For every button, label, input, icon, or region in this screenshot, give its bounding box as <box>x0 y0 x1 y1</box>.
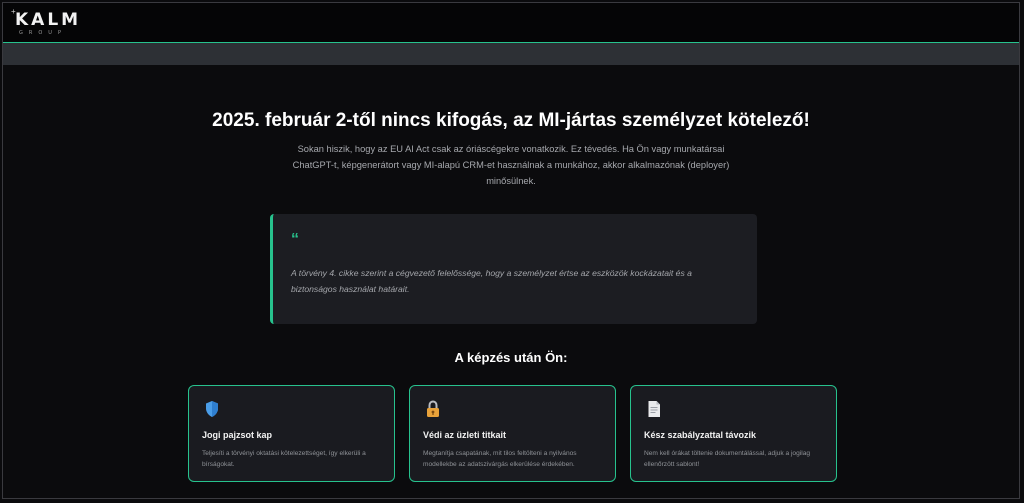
quote-box: “ A törvény 4. cikke szerint a cégvezető… <box>270 214 757 324</box>
quote-mark-icon: “ <box>291 231 299 248</box>
benefit-card-description: Nem kell órákat töltenie dokumentálással… <box>644 450 811 468</box>
sub-navbar <box>3 43 1019 65</box>
lock-icon <box>427 400 439 417</box>
benefit-card-ready-policy: Kész szabályzattal távozik Nem kell órák… <box>630 385 837 482</box>
kalm-logo[interactable]: + KALM GROUP <box>11 7 82 36</box>
benefit-card-legal-shield: Jogi pajzsot kap Teljesíti a törvényi ok… <box>188 385 395 482</box>
quote-text: A törvény 4. cikke szerint a cégvezető f… <box>291 268 692 294</box>
top-navbar: + KALM GROUP <box>3 3 1019 43</box>
hero-description: Sokan hiszik, hogy az EU AI Act csak az … <box>292 144 730 186</box>
benefit-card-description: Megtanítja csapatának, mit tilos feltölt… <box>423 450 577 468</box>
benefit-card-business-secrets: Védi az üzleti titkait Megtanítja csapat… <box>409 385 616 482</box>
page-frame: + KALM GROUP 2025. február 2-től nincs k… <box>2 2 1020 499</box>
benefit-card-title: Kész szabályzattal távozik <box>644 430 757 440</box>
document-icon <box>648 401 660 417</box>
benefit-card-title: Jogi pajzsot kap <box>202 430 273 440</box>
hero-title: 2025. február 2-től nincs kifogás, az MI… <box>212 110 810 131</box>
benefits-title: A képzés után Ön: <box>454 350 568 365</box>
hero-section: 2025. február 2-től nincs kifogás, az MI… <box>3 109 1019 189</box>
logo-plus-mark: + <box>11 7 16 16</box>
shield-icon <box>206 401 218 417</box>
logo-subtitle: GROUP <box>19 30 67 36</box>
benefit-card-title: Védi az üzleti titkait <box>423 430 507 440</box>
logo-wordmark: KALM <box>15 10 82 30</box>
benefit-card-description: Teljesíti a törvényi oktatási kötelezett… <box>202 450 366 468</box>
